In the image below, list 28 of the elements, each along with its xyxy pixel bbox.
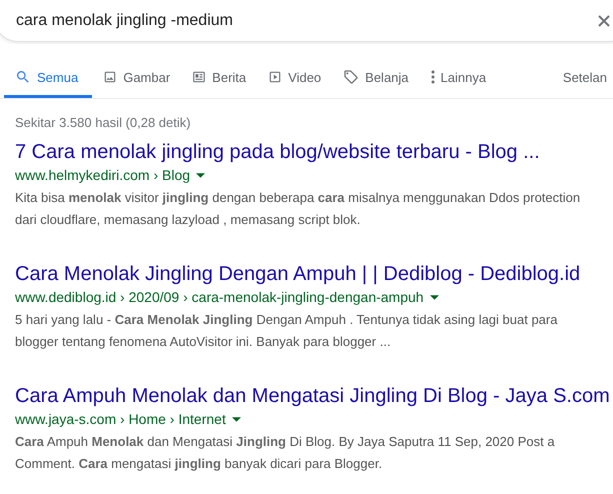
tab[interactable]: Berita xyxy=(181,62,258,98)
result-url: www.dediblog.id › 2020/09 › cara-menolak-jingling-dengan-ampuh xyxy=(15,288,424,307)
result-url: www.helmykediri.com › Blog xyxy=(15,166,190,185)
play-icon xyxy=(268,70,282,84)
result-title-link[interactable]: Cara Ampuh Menolak dan Mengatasi Jingling Di Blog - Jaya S.com xyxy=(15,383,610,409)
tag-icon xyxy=(343,69,360,85)
search-icon xyxy=(15,69,31,85)
tab[interactable]: Gambar xyxy=(92,62,182,98)
caret-icon[interactable] xyxy=(196,172,206,178)
news-icon xyxy=(192,70,206,84)
settings-link[interactable]: Setelan xyxy=(562,70,607,90)
result-snippet: Kita bisa menolak visitor jingling dengan beberapa cara misalnya menggunakan Ddos protection dari cloudflare, memasang lazyload , memasang script blok. xyxy=(15,189,582,229)
tab[interactable]: Belanja xyxy=(332,62,420,98)
more-icon xyxy=(430,70,435,84)
result-snippet: 5 hari yang lalu - Cara Menolak Jingling Dengan Ampuh . Tentunya tidak asing lagi buat para blogger tentang fenomena AutoVisitor ini. Banyak para blogger ... xyxy=(15,311,558,351)
tab[interactable]: Lainnya xyxy=(420,62,498,98)
result-stats: Sekitar 3.580 hasil (0,28 detik) xyxy=(15,115,191,130)
caret-icon[interactable] xyxy=(430,294,439,300)
result-snippet: Cara Ampuh Menolak dan Mengatasi Jingling Di Blog. By Jaya Saputra 11 Sep, 2020 Post a Comment. Cara mengatasi jingling banyak dicari para Blogger. xyxy=(15,433,556,473)
result-title-link[interactable]: Cara Menolak Jingling Dengan Ampuh | | Dediblog - Dediblog.id xyxy=(15,261,580,287)
search-field[interactable]: cara menolak jingling -medium xyxy=(0,0,613,42)
tab[interactable]: Semua xyxy=(4,62,92,98)
close-icon[interactable] xyxy=(598,14,610,26)
result-title-link[interactable]: 7 Cara menolak jingling pada blog/website terbaru - Blog ... xyxy=(15,139,540,165)
tab[interactable]: Video xyxy=(257,62,332,98)
caret-icon[interactable] xyxy=(232,416,241,422)
result-url: www.jaya-s.com › Home › Internet xyxy=(15,410,226,429)
image-icon xyxy=(103,70,118,84)
